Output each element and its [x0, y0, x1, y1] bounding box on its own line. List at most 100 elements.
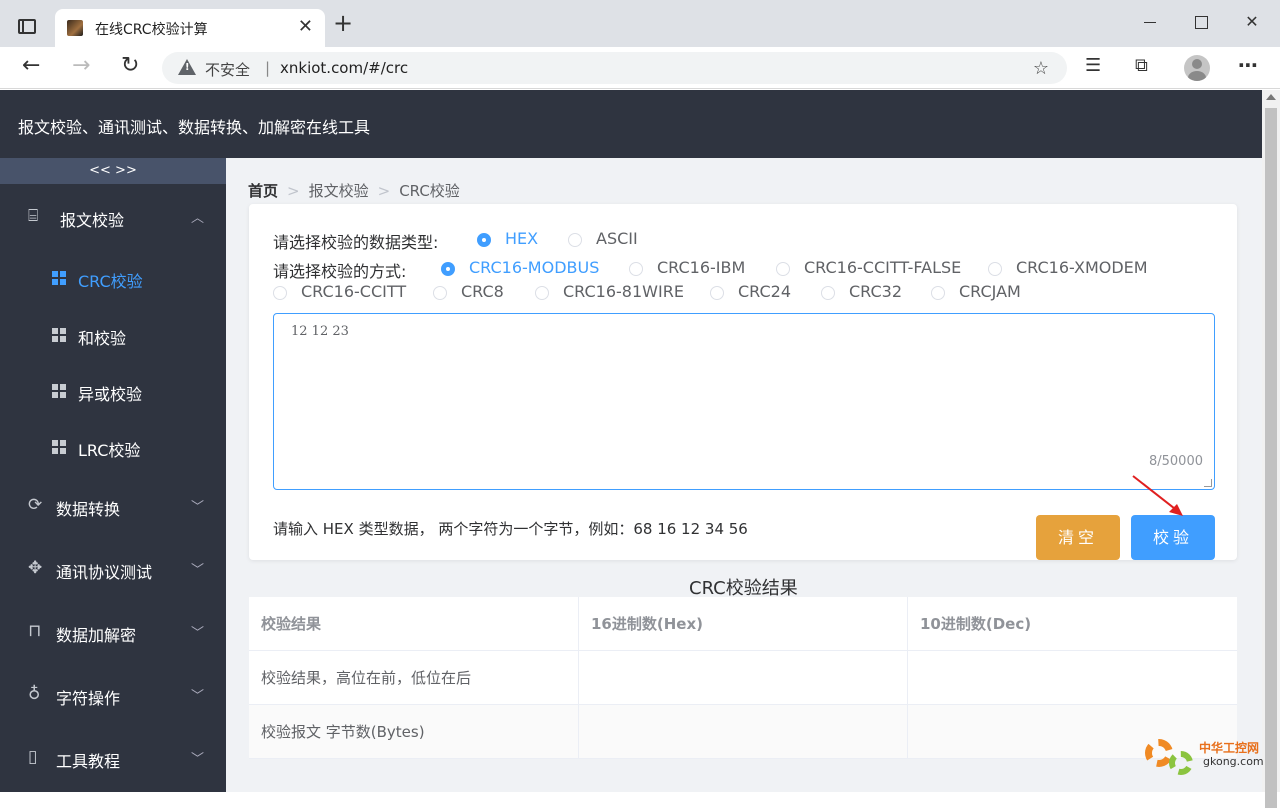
sidebar-item-label: 异或校验 — [78, 385, 143, 404]
forward-arrow-icon[interactable]: → — [72, 55, 90, 77]
table-cell — [579, 651, 908, 705]
sidebar-collapse-toggle[interactable]: << >> — [0, 158, 226, 184]
window-close-icon[interactable]: ✕ — [1242, 12, 1262, 32]
verify-button[interactable]: 校验 — [1131, 515, 1215, 560]
sidebar-group-tutorials[interactable]: ▯ 工具教程 ﹀ — [0, 739, 226, 779]
grid-icon — [52, 271, 66, 285]
radio-dot[interactable] — [535, 286, 549, 300]
more-menu-icon[interactable]: ⋯ — [1238, 53, 1258, 77]
chevron-down-icon: ﹀ — [190, 563, 204, 578]
breadcrumb-home[interactable]: 首页 — [248, 182, 278, 200]
datatype-label: 请选择校验的数据类型: — [273, 233, 439, 252]
radio-dot[interactable] — [433, 286, 447, 300]
reload-icon[interactable]: ↻ — [121, 55, 139, 77]
presentation-icon: ⌸ — [28, 206, 39, 226]
lock-icon: ⊓ — [28, 621, 42, 641]
sidebar-group-data-convert[interactable]: ⟳ 数据转换 ﹀ — [0, 487, 226, 527]
table-cell — [579, 705, 908, 759]
radio-dot[interactable] — [629, 262, 643, 276]
sidebar-group-message-check[interactable]: ⌸ 报文校验 ︿ — [0, 198, 226, 238]
scrollbar-thumb[interactable] — [1265, 108, 1277, 808]
warning-icon[interactable] — [178, 59, 196, 75]
radio-dot[interactable] — [710, 286, 724, 300]
grid-icon — [52, 440, 66, 454]
address-separator: | — [265, 59, 271, 77]
window-maximize-icon[interactable] — [1191, 12, 1211, 32]
insecure-label[interactable]: 不安全 — [205, 59, 250, 80]
sidebar-group-protocol-test[interactable]: ✥ 通讯协议测试 ﹀ — [0, 550, 226, 590]
radio-label[interactable]: ASCII — [596, 229, 638, 248]
tab-close-icon[interactable]: ✕ — [298, 16, 313, 37]
radio-label[interactable]: CRC16-XMODEM — [1016, 258, 1148, 277]
sidebar-item-lrc[interactable]: LRC校验 — [0, 427, 226, 467]
collections-icon[interactable]: ⧉ — [1135, 57, 1148, 75]
radio-label[interactable]: CRC16-MODBUS — [469, 258, 599, 277]
radio-dot[interactable] — [988, 262, 1002, 276]
radio-dot[interactable] — [477, 233, 491, 247]
sidebar-item-xor[interactable]: 异或校验 — [0, 371, 226, 411]
radio-label[interactable]: CRC8 — [461, 282, 504, 301]
address-bar[interactable]: 不安全 | xnkiot.com/#/crc ☆ — [162, 52, 1067, 84]
profile-avatar-icon[interactable] — [1184, 55, 1210, 81]
window-minimize-icon[interactable] — [1140, 12, 1160, 32]
sidebar-item-label: LRC校验 — [78, 441, 141, 460]
sidebar-group-label: 报文校验 — [60, 211, 125, 230]
radio-dot[interactable] — [568, 233, 582, 247]
breadcrumb: 首页 > 报文校验 > CRC校验 — [248, 180, 460, 201]
chevron-down-icon: ﹀ — [190, 689, 204, 704]
back-arrow-icon[interactable]: ← — [22, 55, 40, 77]
radio-dot[interactable] — [821, 286, 835, 300]
add-favorite-icon[interactable]: ☆ — [1033, 58, 1049, 79]
radio-label[interactable]: CRC24 — [738, 282, 791, 301]
chevron-up-icon: ︿ — [190, 211, 204, 226]
sidebar-item-label: CRC校验 — [78, 272, 143, 291]
radio-dot[interactable] — [931, 286, 945, 300]
main-content: 首页 > 报文校验 > CRC校验 请选择校验的数据类型: HEX ASCII 请选择校… — [226, 158, 1262, 792]
radio-label[interactable]: CRC16-CCITT — [301, 282, 406, 301]
table-cell: 校验报文 字节数(Bytes) — [249, 705, 579, 759]
radio-dot[interactable] — [776, 262, 790, 276]
table-header-cell: 10进制数(Dec) — [920, 615, 1032, 633]
textarea-value[interactable]: 12 12 23 — [291, 324, 349, 339]
tab-actions-icon[interactable] — [18, 19, 36, 34]
sidebar: << >> ⌸ 报文校验 ︿ CRC校验 和校验 异或校验 LRC校验 ⟳ 数据… — [0, 158, 226, 792]
sidebar-group-encryption[interactable]: ⊓ 数据加解密 ﹀ — [0, 613, 226, 653]
result-table: 校验结果 16进制数(Hex) 10进制数(Dec) 校验结果，高位在前，低位在… — [249, 597, 1237, 759]
clear-button[interactable]: 清空 — [1036, 515, 1120, 560]
sidebar-group-label: 字符操作 — [56, 689, 121, 708]
radio-label[interactable]: CRCJAM — [959, 282, 1021, 301]
char-counter: 8/50000 — [1148, 454, 1203, 469]
favorites-icon[interactable]: ☰ — [1085, 57, 1101, 75]
page-header: 报文校验、通讯测试、数据转换、加解密在线工具 — [0, 90, 1262, 158]
table-cell: 校验结果，高位在前，低位在后 — [249, 651, 579, 705]
resize-handle-icon[interactable] — [1204, 479, 1212, 487]
grid-icon — [52, 328, 66, 342]
new-tab-icon[interactable]: + — [333, 11, 353, 35]
sidebar-group-string-ops[interactable]: ♁ 字符操作 ﹀ — [0, 676, 226, 716]
page-scrollbar[interactable] — [1262, 90, 1280, 808]
breadcrumb-current: CRC校验 — [399, 182, 460, 200]
watermark-text: 中华工控网 — [1199, 741, 1260, 755]
radio-label[interactable]: CRC16-IBM — [657, 258, 745, 277]
sidebar-item-sum[interactable]: 和校验 — [0, 315, 226, 355]
hex-data-textarea[interactable]: 12 12 23 8/50000 — [273, 313, 1215, 490]
url-text[interactable]: xnkiot.com/#/crc — [280, 59, 408, 77]
sidebar-group-label: 工具教程 — [56, 752, 121, 771]
breadcrumb-separator: > — [377, 182, 391, 200]
breadcrumb-level1[interactable]: 报文校验 — [309, 182, 369, 200]
chevron-down-icon: ﹀ — [190, 752, 204, 767]
browser-tab[interactable]: 在线CRC校验计算 ✕ — [55, 9, 325, 47]
user-icon: ♁ — [28, 684, 41, 704]
table-header-cell: 16进制数(Hex) — [579, 597, 908, 651]
input-hint: 请输入 HEX 类型数据， 两个字符为一个字节，例如：68 16 12 34 5… — [273, 520, 748, 538]
radio-dot[interactable] — [273, 286, 287, 300]
radio-label[interactable]: CRC32 — [849, 282, 902, 301]
sidebar-item-crc[interactable]: CRC校验 — [0, 258, 226, 298]
radio-dot[interactable] — [441, 262, 455, 276]
radio-label[interactable]: CRC16-81WIRE — [563, 282, 684, 301]
scroll-up-arrow-icon[interactable] — [1266, 94, 1276, 100]
radio-label[interactable]: CRC16-CCITT-FALSE — [804, 258, 961, 277]
radio-label[interactable]: HEX — [505, 229, 538, 248]
red-arrow-annotation-icon — [1132, 475, 1183, 516]
table-header-row: 校验结果 16进制数(Hex) 10进制数(Dec) — [249, 597, 1237, 651]
